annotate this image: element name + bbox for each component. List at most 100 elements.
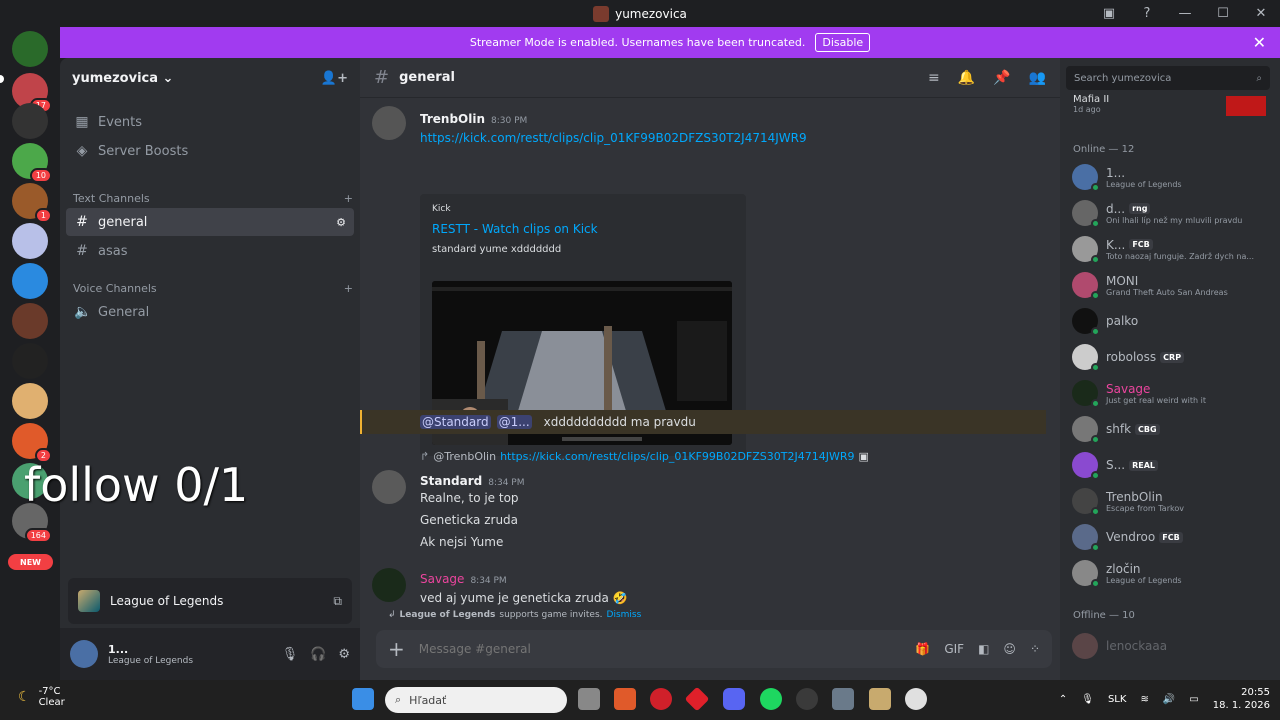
message-author[interactable]: Savage [420, 572, 464, 586]
search-input[interactable]: Search yumezovica ⌕ [1066, 66, 1270, 90]
settings-icon[interactable] [832, 688, 854, 710]
member-item[interactable]: Vendroo FCB [1072, 521, 1272, 553]
weather-widget[interactable]: ☾ -7°C Clear [18, 686, 65, 708]
guild-icon-1[interactable] [12, 31, 48, 67]
guild-icon-4[interactable]: 10 [12, 143, 52, 183]
close-window-button[interactable]: ✕ [1242, 0, 1280, 27]
message-link[interactable]: https://kick.com/restt/clips/clip_01KF99… [420, 131, 807, 145]
add-channel-icon[interactable]: + [344, 282, 353, 295]
category-voice-channels[interactable]: Voice Channels + [73, 282, 353, 295]
gift-icon[interactable]: 🎁 [915, 642, 930, 656]
member-item[interactable]: d... rng Oni lhali líp než my mluvili prav… [1072, 197, 1272, 229]
steam-icon[interactable] [796, 688, 818, 710]
window-controls: ▣ ? — ☐ ✕ [1090, 0, 1280, 27]
member-item[interactable]: K... FCB Toto naozaj funguje. Zadrž dych n… [1072, 233, 1272, 265]
user-mention[interactable]: @1... [496, 415, 532, 429]
reply-link[interactable]: https://kick.com/restt/clips/clip_01KF99… [500, 450, 854, 463]
chevron-up-icon[interactable]: ⌃ [1059, 694, 1067, 705]
screen-share-icon[interactable]: ⧉ [333, 594, 342, 609]
threads-icon[interactable]: ≡ [928, 70, 940, 86]
avatar[interactable] [70, 640, 98, 668]
minimize-button[interactable]: — [1166, 0, 1204, 27]
file-explorer-icon[interactable] [578, 688, 600, 710]
bell-icon[interactable]: 🔔 [958, 70, 975, 86]
reply-user[interactable]: @TrenbOlin [433, 450, 496, 463]
league-of-legends-icon[interactable] [869, 688, 891, 710]
settings-icon[interactable]: ⚙ [336, 216, 346, 229]
help-icon[interactable]: ? [1128, 0, 1166, 27]
sidebar-item-events[interactable]: ▦ Events [66, 108, 354, 136]
maximize-button[interactable]: ☐ [1204, 0, 1242, 27]
language-indicator[interactable]: SLK [1108, 694, 1126, 705]
member-item[interactable]: roboloss CRP [1072, 341, 1272, 373]
discord-icon[interactable] [723, 688, 745, 710]
wifi-icon[interactable]: ≋ [1140, 694, 1148, 705]
guild-icon-11[interactable]: 2 [12, 423, 52, 463]
spotify-icon[interactable] [760, 688, 782, 710]
app-icon[interactable] [905, 688, 927, 710]
calendar-icon: ▦ [75, 114, 89, 130]
guild-icon-7[interactable] [12, 263, 48, 299]
guild-icon-8[interactable] [12, 303, 48, 339]
member-item[interactable]: S... REAL [1072, 449, 1272, 481]
dismiss-link[interactable]: Dismiss [607, 610, 642, 620]
members-icon[interactable]: 👥 [1029, 70, 1046, 86]
battery-icon[interactable]: ▭ [1189, 694, 1198, 705]
headphones-icon[interactable]: 🎧 [310, 647, 326, 662]
add-channel-icon[interactable]: + [344, 192, 353, 205]
avatar[interactable] [372, 568, 406, 602]
clock[interactable]: 20:55 18. 1. 2026 [1213, 686, 1270, 712]
gear-icon[interactable]: ⚙ [338, 647, 350, 662]
taskbar-search[interactable]: ⌕ Hľadať [385, 687, 567, 713]
activity-panel[interactable]: League of Legends ⧉ [68, 578, 352, 624]
add-attachment-icon[interactable]: + [388, 637, 405, 661]
guild-icon-6[interactable] [12, 223, 48, 259]
avatar[interactable] [372, 106, 406, 140]
activity-card[interactable]: Mafia II 1d ago [1073, 94, 1109, 114]
microphone-icon[interactable]: 🎙 [1081, 694, 1094, 705]
channel-asas[interactable]: # asas [66, 237, 354, 265]
guild-icon-3[interactable] [12, 103, 48, 139]
disable-button[interactable]: Disable [815, 33, 871, 52]
guild-icon-10[interactable] [12, 383, 48, 419]
message-author[interactable]: TrenbOlin [420, 112, 485, 126]
avatar[interactable] [372, 470, 406, 504]
member-item[interactable]: lenockaaa [1072, 630, 1272, 662]
gif-icon[interactable]: GIF [944, 642, 964, 656]
member-item[interactable]: TrenbOlin Escape from Tarkov [1072, 485, 1272, 517]
message-input[interactable] [418, 642, 902, 656]
message-author[interactable]: Standard [420, 474, 482, 488]
embed-title[interactable]: RESTT - Watch clips on Kick [432, 222, 734, 236]
app-icon[interactable] [684, 686, 710, 712]
server-header[interactable]: yumezovica ⌄ 👤+ [60, 58, 360, 98]
channel-general[interactable]: # general ⚙ [66, 208, 354, 236]
emoji-icon[interactable]: ☺ [1003, 642, 1016, 656]
member-item[interactable]: zločin League of Legends [1072, 557, 1272, 589]
avatar [1072, 452, 1100, 480]
inbox-icon[interactable]: ▣ [1090, 0, 1128, 27]
category-text-channels[interactable]: Text Channels + [73, 192, 353, 205]
app-icon[interactable] [614, 688, 636, 710]
guild-icon-9[interactable] [12, 343, 48, 379]
member-item[interactable]: 1... League of Legends [1072, 161, 1272, 193]
opera-icon[interactable] [650, 688, 672, 710]
voice-channel-general[interactable]: 🔈 General [66, 298, 354, 326]
pin-icon[interactable]: 📌 [993, 70, 1010, 86]
close-icon[interactable]: ✕ [1253, 33, 1266, 52]
volume-icon[interactable]: 🔊 [1163, 694, 1175, 705]
invite-people-icon[interactable]: 👤+ [321, 71, 348, 86]
sidebar-item-server-boosts[interactable]: ◈ Server Boosts [66, 137, 354, 165]
member-item[interactable]: palko [1072, 305, 1272, 337]
microphone-icon[interactable]: 🎙 [282, 647, 299, 662]
category-label: Voice Channels [73, 282, 157, 295]
clock-time: 20:55 [1241, 687, 1270, 698]
member-info: Vendroo FCB [1106, 530, 1183, 544]
windows-start-icon[interactable] [352, 688, 374, 710]
member-item[interactable]: MONI Grand Theft Auto San Andreas [1072, 269, 1272, 301]
user-mention[interactable]: @Standard [420, 415, 491, 429]
member-item[interactable]: Savage Just get real weird with it [1072, 377, 1272, 409]
member-item[interactable]: shfk CBG [1072, 413, 1272, 445]
sticker-icon[interactable]: ◧ [978, 642, 989, 656]
guild-icon-5[interactable]: 1 [12, 183, 52, 223]
apps-icon[interactable]: ⁘ [1030, 642, 1040, 656]
